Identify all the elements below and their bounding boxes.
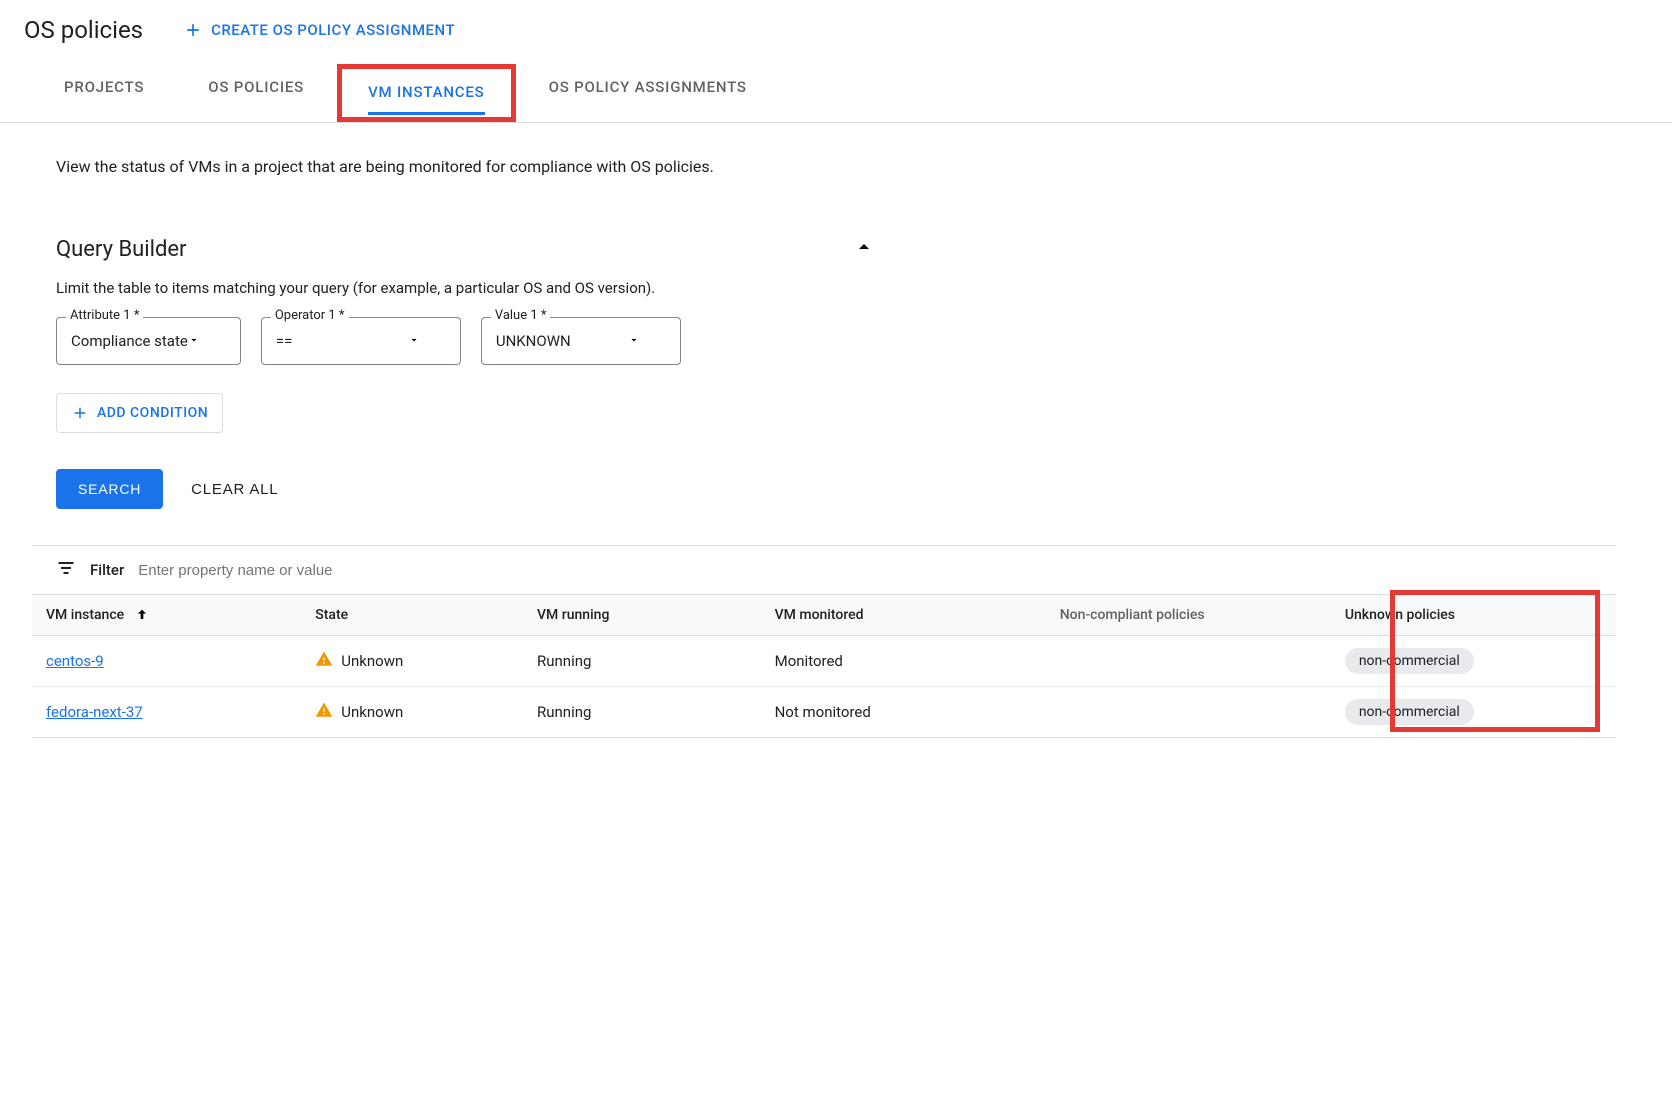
page-title: OS policies xyxy=(24,16,143,44)
operator-value: == xyxy=(276,332,292,350)
filter-input[interactable] xyxy=(138,562,1616,579)
value-field-label: Value 1 * xyxy=(491,308,551,323)
table-row: centos-9 Unknown Running Monitored non-c… xyxy=(32,636,1616,687)
monitored-cell: Not monitored xyxy=(761,687,1046,738)
attribute-field-label: Attribute 1 * xyxy=(66,308,143,323)
attribute-select[interactable]: Compliance state xyxy=(56,317,241,365)
vm-table: VM instance State VM running VM monitore… xyxy=(32,594,1616,738)
plus-icon xyxy=(71,404,89,422)
filter-label: Filter xyxy=(90,561,124,579)
unknown-policy-chip[interactable]: non-commercial xyxy=(1345,699,1474,725)
col-vm-running[interactable]: VM running xyxy=(523,595,761,636)
col-vm-instance[interactable]: VM instance xyxy=(32,595,301,636)
unknown-policy-chip[interactable]: non-commercial xyxy=(1345,648,1474,674)
create-button-label: CREATE OS POLICY ASSIGNMENT xyxy=(211,21,455,39)
tab-projects[interactable]: PROJECTS xyxy=(56,64,152,122)
state-text: Unknown xyxy=(341,703,403,721)
tab-highlight-box: VM INSTANCES xyxy=(337,64,516,122)
add-condition-label: ADD CONDITION xyxy=(97,405,208,421)
col-vm-monitored[interactable]: VM monitored xyxy=(761,595,1046,636)
tab-os-policy-assignments[interactable]: OS POLICY ASSIGNMENTS xyxy=(541,64,755,122)
monitored-cell: Monitored xyxy=(761,636,1046,687)
create-os-policy-assignment-button[interactable]: CREATE OS POLICY ASSIGNMENT xyxy=(183,20,455,40)
noncompliant-cell xyxy=(1046,636,1331,687)
query-builder-description: Limit the table to items matching your q… xyxy=(56,279,1616,297)
query-builder-collapse-button[interactable] xyxy=(852,235,876,263)
vm-instance-link[interactable]: fedora-next-37 xyxy=(46,703,143,721)
page-description: View the status of VMs in a project that… xyxy=(56,155,956,179)
col-noncompliant[interactable]: Non-compliant policies xyxy=(1046,595,1331,636)
tabs: PROJECTS OS POLICIES VM INSTANCES OS POL… xyxy=(0,64,1672,123)
value-value: UNKNOWN xyxy=(496,332,571,350)
warning-icon xyxy=(315,701,333,723)
vm-instance-link[interactable]: centos-9 xyxy=(46,652,104,670)
chevron-up-icon xyxy=(852,235,876,259)
noncompliant-cell xyxy=(1046,687,1331,738)
operator-field-label: Operator 1 * xyxy=(271,308,349,323)
caret-down-icon xyxy=(408,332,420,350)
filter-icon xyxy=(56,558,76,582)
sort-ascending-icon xyxy=(134,607,150,623)
tab-os-policies[interactable]: OS POLICIES xyxy=(200,64,312,122)
col-unknown-policies[interactable]: Unknown policies xyxy=(1331,595,1616,636)
state-text: Unknown xyxy=(341,652,403,670)
caret-down-icon xyxy=(188,332,200,350)
search-button[interactable]: SEARCH xyxy=(56,469,163,509)
clear-all-button[interactable]: CLEAR ALL xyxy=(191,481,278,498)
col-state[interactable]: State xyxy=(301,595,523,636)
attribute-value: Compliance state xyxy=(71,332,188,350)
operator-select[interactable]: == xyxy=(261,317,461,365)
running-cell: Running xyxy=(523,687,761,738)
running-cell: Running xyxy=(523,636,761,687)
caret-down-icon xyxy=(628,332,640,350)
table-row: fedora-next-37 Unknown Running Not monit… xyxy=(32,687,1616,738)
plus-icon xyxy=(183,20,203,40)
warning-icon xyxy=(315,650,333,672)
add-condition-button[interactable]: ADD CONDITION xyxy=(56,393,223,433)
value-select[interactable]: UNKNOWN xyxy=(481,317,681,365)
tab-vm-instances[interactable]: VM INSTANCES xyxy=(360,69,493,115)
col-vm-label: VM instance xyxy=(46,607,124,623)
query-builder-title: Query Builder xyxy=(56,237,187,262)
